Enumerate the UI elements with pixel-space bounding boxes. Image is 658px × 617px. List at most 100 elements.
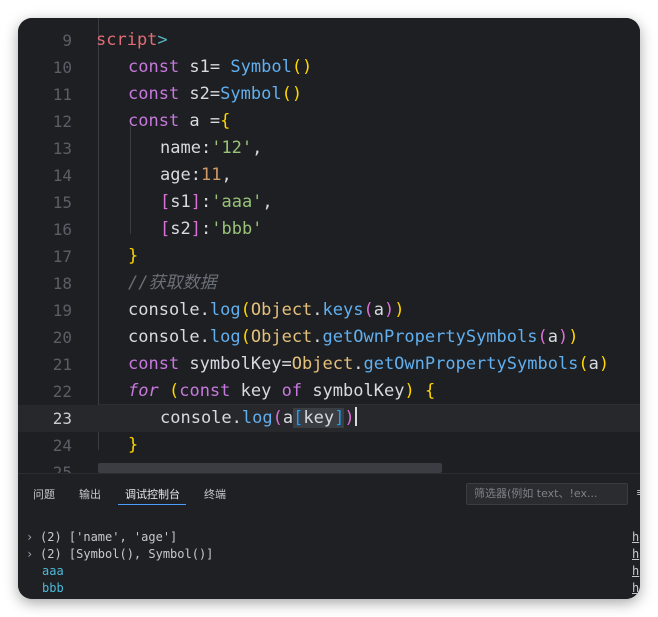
code-token: . (312, 300, 323, 320)
code-token: ) (344, 408, 355, 428)
code-token: a (547, 327, 558, 347)
line-number: 22 (52, 382, 72, 401)
code-text: for (const key of symbolKey) { (128, 378, 435, 405)
line-number: 13 (52, 139, 72, 158)
panel-menu-icon[interactable]: ≡ (636, 486, 640, 499)
code-token: [ (160, 219, 171, 239)
code-token: ] (190, 192, 201, 212)
code-token: ( (168, 381, 180, 401)
code-token: log (209, 327, 241, 347)
code-token: { (424, 381, 436, 401)
code-token: const (128, 111, 180, 131)
code-token: 'bbb' (211, 219, 263, 239)
source-link[interactable]: h (632, 563, 639, 580)
tab-output[interactable]: 输出 (79, 486, 101, 502)
code-line[interactable]: 23 console.log(a[key]) (18, 405, 640, 432)
line-number: 19 (52, 301, 72, 320)
line-number: 11 (52, 85, 72, 104)
code-line[interactable]: 13 name:'12', (18, 135, 640, 162)
tab-problems[interactable]: 问题 (33, 486, 55, 502)
code-line[interactable]: 11 const s2=Symbol() (18, 81, 640, 108)
line-number: 17 (52, 247, 72, 266)
code-editor[interactable]: 9 script> 10 const s1= Symbol() 11 const s2=S… (18, 18, 640, 473)
code-token: 11 (200, 165, 222, 185)
code-token: console (128, 300, 200, 320)
code-token: a (588, 354, 599, 374)
code-token: . (312, 327, 323, 347)
line-number: 21 (52, 355, 72, 374)
code-line[interactable]: 9 script> (18, 27, 640, 54)
code-token: s1 (179, 57, 210, 77)
console-entry[interactable]: › (2) ['name', 'age'] (26, 529, 177, 546)
source-link[interactable]: h (632, 529, 639, 546)
horizontal-scrollbar[interactable] (98, 463, 442, 473)
source-link[interactable]: h (632, 580, 639, 597)
code-line[interactable]: 21 const symbolKey=Object.getOwnPropertyS… (18, 351, 640, 378)
code-text: //获取数据 (128, 270, 216, 297)
code-token: '12' (211, 138, 253, 158)
line-number: 25 (52, 463, 72, 473)
line-number: 20 (52, 328, 72, 347)
console-entry[interactable]: › (2) [Symbol(), Symbol()] (26, 546, 213, 563)
filter-input[interactable]: 筛选器(例如 text、!ex... (466, 483, 628, 505)
code-token: key (230, 381, 282, 401)
code-text: } (128, 243, 138, 270)
code-token: = (281, 354, 292, 374)
chevron-right-icon[interactable]: › (26, 546, 40, 563)
tab-debug-console[interactable]: 调试控制台 (125, 486, 180, 502)
code-line[interactable]: 15 [s1]:'aaa', (18, 189, 640, 216)
code-text: const a ={ (128, 108, 230, 135)
code-line[interactable]: 20 console.log(Object.getOwnPropertySymbo… (18, 324, 640, 351)
code-line[interactable]: 19 console.log(Object.keys(a)) (18, 297, 640, 324)
code-token: ] (190, 219, 201, 239)
code-token: name (160, 138, 201, 158)
code-token: . (199, 300, 210, 320)
code-token: a (179, 111, 210, 131)
code-token: } (128, 435, 139, 455)
chevron-right-icon[interactable]: › (26, 529, 40, 546)
active-tab-indicator (118, 504, 186, 505)
code-token: of (281, 381, 303, 401)
code-token: getOwnPropertySymbols (363, 354, 579, 374)
source-link[interactable]: h (632, 546, 639, 563)
code-token: symbolKey (179, 354, 282, 374)
line-number: 9 (62, 31, 72, 50)
code-token: { (220, 111, 231, 131)
code-line[interactable]: 18 //获取数据 (18, 270, 640, 297)
code-text: const s2=Symbol() (128, 81, 302, 108)
console-text: (2) [Symbol(), Symbol()] (40, 547, 214, 561)
code-token: script (96, 30, 158, 50)
code-line[interactable]: 14 age:11, (18, 162, 640, 189)
code-token: ( (272, 408, 283, 428)
code-token: . (353, 354, 364, 374)
code-token: log (241, 408, 273, 428)
code-token: s2 (179, 84, 210, 104)
line-number: 18 (52, 274, 72, 293)
code-token: , (221, 165, 232, 185)
line-number: 14 (52, 166, 72, 185)
code-token: //获取数据 (128, 273, 217, 293)
code-token: age (160, 165, 191, 185)
code-token: , (252, 138, 263, 158)
code-token: ( (240, 300, 251, 320)
tab-terminal[interactable]: 终端 (204, 486, 226, 502)
code-token: const (179, 381, 231, 401)
code-token: : (190, 165, 201, 185)
code-text: [s2]:'bbb' (160, 216, 262, 243)
code-line[interactable]: 16 [s2]:'bbb' (18, 216, 640, 243)
code-line[interactable]: 12 const a ={ (18, 108, 640, 135)
line-number: 10 (52, 58, 72, 77)
code-line[interactable]: 17} (18, 243, 640, 270)
code-line[interactable]: 10 const s1= Symbol() (18, 54, 640, 81)
code-token: ) (384, 300, 395, 320)
code-token: console (128, 327, 200, 347)
line-number: 23 (52, 409, 72, 428)
line-number: 16 (52, 220, 72, 239)
code-token: . (231, 408, 242, 428)
code-token: key (303, 408, 335, 428)
code-line[interactable]: 22 for (const key of symbolKey) { (18, 378, 640, 405)
code-token: s2 (170, 219, 191, 239)
code-line[interactable]: 24} (18, 432, 640, 459)
